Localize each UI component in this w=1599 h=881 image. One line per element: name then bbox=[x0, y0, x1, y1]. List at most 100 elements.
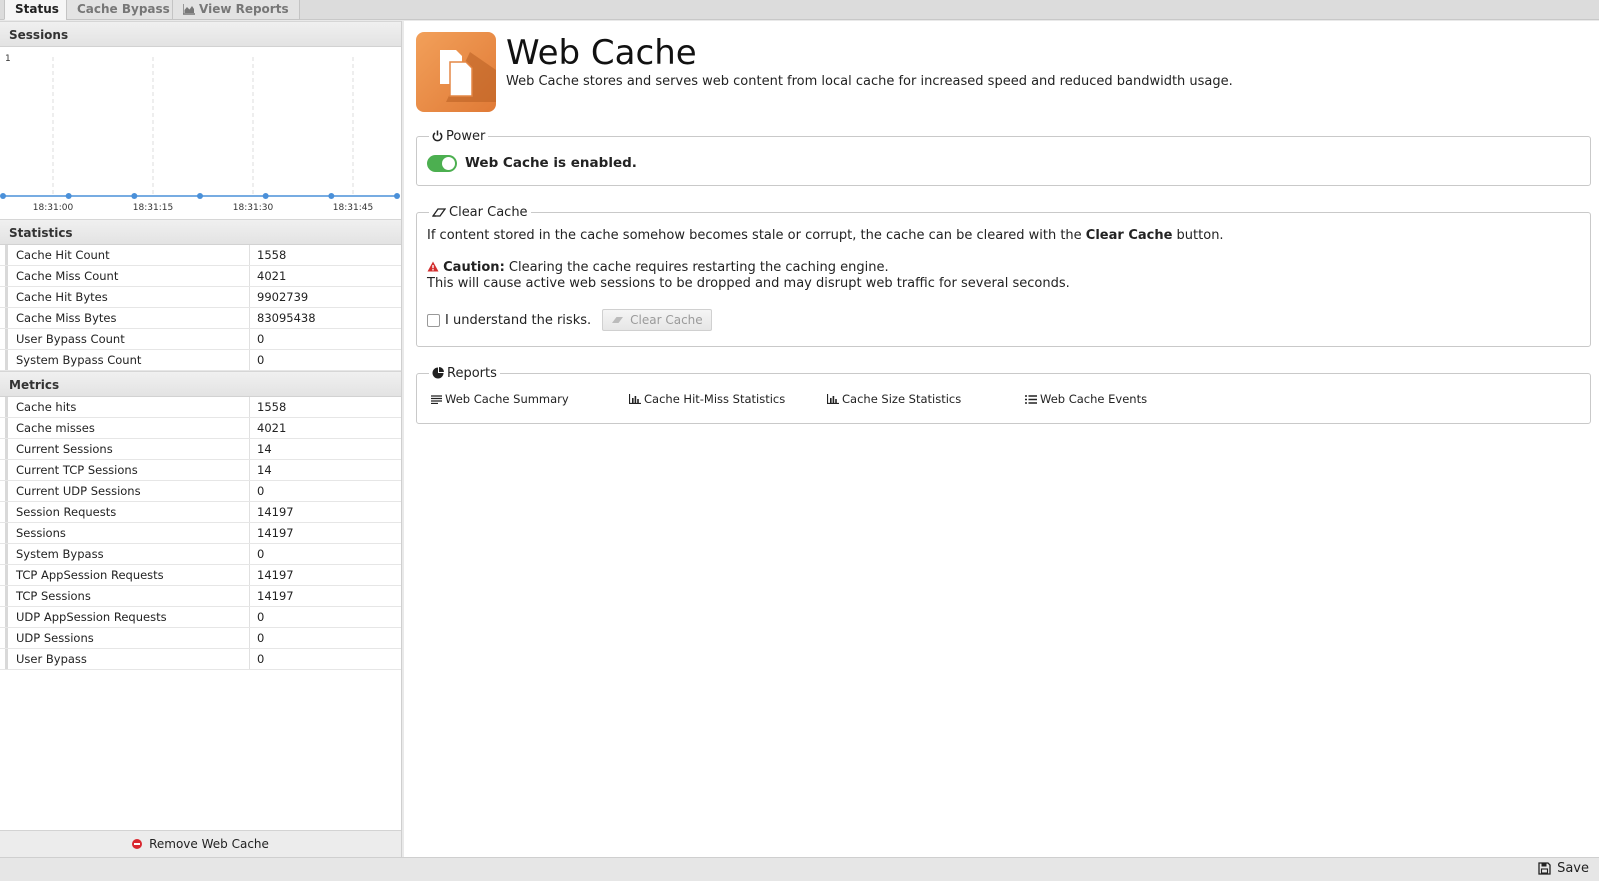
data-point bbox=[394, 193, 400, 199]
row-value: 0 bbox=[257, 610, 265, 624]
caution-block: Caution: Clearing the cache requires res… bbox=[427, 260, 1580, 292]
bar-chart-icon bbox=[629, 394, 641, 404]
table-row: UDP AppSession Requests 0 bbox=[0, 607, 401, 628]
row-value: 0 bbox=[257, 353, 265, 367]
y-tick-label: 1 bbox=[5, 54, 11, 64]
explanation-bold: Clear Cache bbox=[1085, 228, 1173, 243]
reports-links: Web Cache Summary Cache Hit-Miss Statist… bbox=[427, 381, 1580, 419]
power-toggle[interactable] bbox=[427, 154, 457, 172]
report-link-hit-miss[interactable]: Cache Hit-Miss Statistics bbox=[629, 392, 785, 406]
tab-view-reports[interactable]: View Reports bbox=[172, 0, 300, 20]
clear-cache-button[interactable]: Clear Cache bbox=[602, 309, 712, 331]
row-value: 14197 bbox=[257, 568, 294, 582]
x-tick-label: 18:31:45 bbox=[333, 203, 373, 213]
row-label: Current Sessions bbox=[5, 439, 250, 459]
metrics-table: Cache hits 1558 Cache misses 4021 Current Se… bbox=[0, 397, 401, 670]
table-row: Cache hits 1558 bbox=[0, 397, 401, 418]
row-label: Cache hits bbox=[5, 397, 250, 417]
caution-label: Caution: bbox=[443, 260, 505, 275]
page-title: Web Cache bbox=[506, 33, 697, 73]
report-link-label: Web Cache Events bbox=[1040, 392, 1148, 406]
report-link-label: Cache Hit-Miss Statistics bbox=[644, 392, 786, 406]
tab-bar: Status Cache Bypass View Reports bbox=[0, 0, 1599, 20]
sessions-chart: 1 18:31:00 18:31:15 18:31:30 18:31:45 bbox=[0, 47, 401, 219]
reports-section: Reports Web Cache Summary Cache Hit-Miss… bbox=[416, 366, 1591, 424]
table-row: Cache Miss Bytes 83095438 bbox=[0, 308, 401, 329]
remove-web-cache-button[interactable]: Remove Web Cache bbox=[132, 831, 269, 857]
table-row: Current UDP Sessions 0 bbox=[0, 481, 401, 502]
understand-risks-checkbox[interactable] bbox=[427, 313, 440, 327]
row-value: 83095438 bbox=[257, 311, 316, 325]
report-link-size-statistics[interactable]: Cache Size Statistics bbox=[827, 392, 961, 406]
power-section: Power Web Cache is enabled. bbox=[416, 129, 1591, 186]
eraser-icon bbox=[612, 317, 624, 323]
row-value: 14197 bbox=[257, 526, 294, 540]
clear-cache-explanation: If content stored in the cache somehow b… bbox=[427, 228, 1580, 244]
row-value: 14197 bbox=[257, 589, 294, 603]
table-row: Cache Hit Count 1558 bbox=[0, 245, 401, 266]
power-legend: Power bbox=[429, 129, 488, 144]
sidebar-footer: Remove Web Cache bbox=[0, 830, 401, 857]
understand-risks-label[interactable]: I understand the risks. bbox=[445, 313, 591, 328]
table-row: Current TCP Sessions 14 bbox=[0, 460, 401, 481]
power-status: Web Cache is enabled. bbox=[465, 155, 637, 171]
table-row: Sessions 14197 bbox=[0, 523, 401, 544]
report-link-events[interactable]: Web Cache Events bbox=[1025, 392, 1147, 406]
sessions-chart-svg: 1 18:31:00 18:31:15 18:31:30 18:31:45 bbox=[0, 54, 400, 213]
tab-status[interactable]: Status bbox=[4, 0, 70, 20]
statistics-header: Statistics bbox=[0, 219, 401, 245]
metrics-header: Metrics bbox=[0, 371, 401, 397]
row-value: 4021 bbox=[257, 269, 287, 283]
caution-line2: This will cause active web sessions to b… bbox=[427, 276, 1070, 291]
x-tick-label: 18:31:00 bbox=[33, 203, 74, 213]
save-label: Save bbox=[1557, 861, 1589, 876]
clear-cache-button-label: Clear Cache bbox=[630, 313, 703, 327]
row-label: User Bypass bbox=[5, 649, 250, 669]
save-icon bbox=[1538, 862, 1551, 875]
eraser-icon bbox=[431, 208, 447, 217]
row-label: TCP AppSession Requests bbox=[5, 565, 250, 585]
table-row: Current Sessions 14 bbox=[0, 439, 401, 460]
row-value: 0 bbox=[257, 547, 265, 561]
clear-cache-legend: Clear Cache bbox=[429, 205, 531, 220]
x-tick-label: 18:31:15 bbox=[133, 203, 173, 213]
tab-cache-bypass[interactable]: Cache Bypass bbox=[66, 0, 181, 20]
bottom-toolbar: Save bbox=[0, 857, 1599, 881]
report-link-label: Cache Size Statistics bbox=[842, 392, 962, 406]
report-link-web-cache-summary[interactable]: Web Cache Summary bbox=[431, 392, 569, 406]
row-label: TCP Sessions bbox=[5, 586, 250, 606]
row-value: 0 bbox=[257, 652, 265, 666]
reports-legend-text: Reports bbox=[447, 366, 497, 381]
row-label: Session Requests bbox=[5, 502, 250, 522]
bar-chart-icon bbox=[827, 394, 839, 404]
row-value: 0 bbox=[257, 631, 265, 645]
row-label: UDP AppSession Requests bbox=[5, 607, 250, 627]
row-value: 4021 bbox=[257, 421, 287, 435]
row-value: 1558 bbox=[257, 248, 287, 262]
x-tick-label: 18:31:30 bbox=[233, 203, 274, 213]
table-row: System Bypass Count 0 bbox=[0, 350, 401, 371]
table-row: Cache misses 4021 bbox=[0, 418, 401, 439]
table-row: System Bypass 0 bbox=[0, 544, 401, 565]
save-button[interactable]: Save bbox=[1538, 861, 1589, 876]
caution-text: Clearing the cache requires restarting t… bbox=[504, 260, 889, 275]
row-label: Current TCP Sessions bbox=[5, 460, 250, 480]
clear-cache-section: Clear Cache If content stored in the cac… bbox=[416, 205, 1591, 347]
risk-row: I understand the risks. Clear Cache bbox=[427, 308, 1580, 332]
data-point bbox=[328, 193, 335, 199]
sessions-header: Sessions bbox=[0, 21, 401, 47]
row-label: Current UDP Sessions bbox=[5, 481, 250, 501]
report-link-label: Web Cache Summary bbox=[445, 392, 569, 406]
warning-icon bbox=[427, 261, 439, 272]
web-cache-app-icon bbox=[416, 32, 496, 112]
table-row: User Bypass Count 0 bbox=[0, 329, 401, 350]
data-point bbox=[262, 193, 269, 199]
status-sidebar: Sessions 1 18:31:00 18:31:15 18:31:30 18:31:… bbox=[0, 21, 402, 857]
row-label: UDP Sessions bbox=[5, 628, 250, 648]
list-icon bbox=[1025, 394, 1037, 404]
table-row: User Bypass 0 bbox=[0, 649, 401, 670]
clear-cache-legend-text: Clear Cache bbox=[449, 205, 528, 220]
row-label: Cache Miss Bytes bbox=[5, 308, 250, 328]
table-row: Cache Hit Bytes 9902739 bbox=[0, 287, 401, 308]
data-point bbox=[131, 193, 138, 199]
